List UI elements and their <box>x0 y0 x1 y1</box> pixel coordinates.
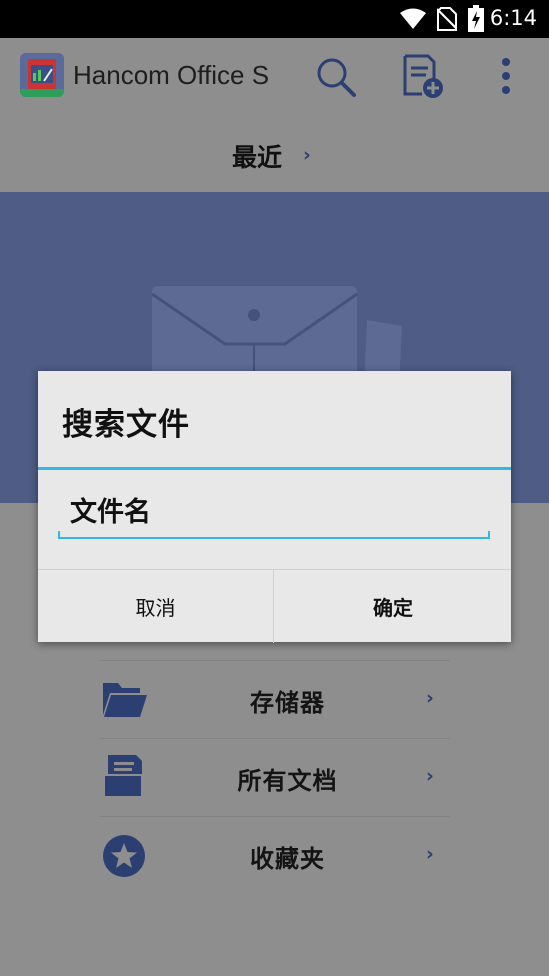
input-underline-edge <box>58 531 60 539</box>
chevron-right-icon: › <box>426 687 434 709</box>
app-bar: Hancom Office S <box>0 38 549 114</box>
dialog-actions: 取消 确定 <box>38 569 511 643</box>
chevron-right-icon: › <box>426 765 434 787</box>
list-item-storage[interactable]: 存储器 › <box>100 660 450 738</box>
search-icon[interactable] <box>315 56 357 98</box>
confirm-button[interactable]: 确定 <box>275 570 511 643</box>
no-sim-icon <box>437 7 457 31</box>
chevron-right-icon: › <box>303 144 311 166</box>
chevron-right-icon: › <box>426 843 434 865</box>
new-document-icon[interactable] <box>402 54 446 100</box>
recent-header[interactable]: 最近 › <box>0 114 549 192</box>
filename-input[interactable] <box>58 487 490 539</box>
wifi-icon <box>400 8 426 29</box>
dialog-title: 搜索文件 <box>62 407 190 443</box>
list-item-label: 收藏夹 <box>250 845 325 873</box>
app-title: Hancom Office S <box>73 60 270 90</box>
recent-label: 最近 <box>232 143 283 172</box>
clock-time: 6:14 <box>489 6 537 30</box>
list-item-all-documents[interactable]: 所有文档 › <box>100 738 450 816</box>
battery-charging-icon <box>468 5 484 32</box>
dialog-title-divider <box>38 467 511 470</box>
input-underline-edge <box>488 531 490 539</box>
list-item-favorites[interactable]: 收藏夹 › <box>100 816 450 894</box>
app-logo[interactable] <box>20 53 64 97</box>
list-item-label: 所有文档 <box>237 767 338 795</box>
overflow-menu-icon[interactable] <box>498 56 514 96</box>
status-bar: 6:14 <box>0 0 549 38</box>
cancel-button[interactable]: 取消 <box>38 570 274 643</box>
search-file-dialog: 搜索文件 取消 确定 <box>38 371 511 643</box>
list-item-label: 存储器 <box>250 689 325 717</box>
